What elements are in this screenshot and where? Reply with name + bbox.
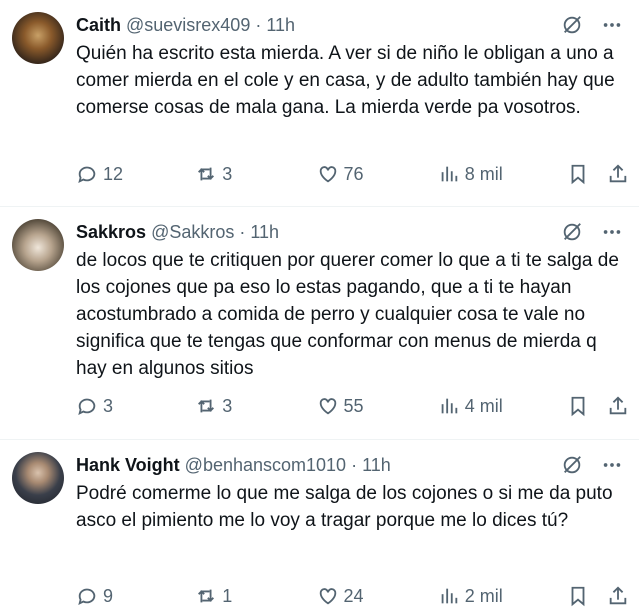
- tweet-actions: 12 3 76 8 mil: [76, 163, 629, 185]
- tweet-text: Podré comerme lo que me salga de los coj…: [76, 483, 613, 531]
- header-actions: [561, 14, 623, 36]
- avatar[interactable]: [12, 219, 64, 271]
- view-count: 4 mil: [464, 395, 503, 416]
- tweet-actions: 3 3 55 4 mil: [76, 395, 629, 417]
- share-icon: [609, 586, 627, 605]
- views-button[interactable]: 2 mil: [438, 585, 567, 607]
- separator-dot: ·: [351, 454, 358, 475]
- display-name[interactable]: Hank Voight: [76, 455, 180, 476]
- tweet-header: Sakkros @Sakkros · 11h: [76, 219, 623, 245]
- tweet[interactable]: Hank Voight @benhanscom1010 · 11h Podré …: [0, 440, 639, 615]
- reply-button[interactable]: 12: [76, 163, 195, 185]
- views-icon: [441, 588, 458, 604]
- heart-icon: [319, 398, 336, 415]
- more-icon[interactable]: [601, 454, 623, 476]
- user-handle[interactable]: @suevisrex409: [126, 15, 250, 36]
- grok-icon[interactable]: [561, 454, 583, 476]
- separator-dot: ·: [239, 221, 246, 242]
- grok-icon[interactable]: [561, 14, 583, 36]
- like-button[interactable]: 76: [317, 163, 438, 185]
- repost-count: 3: [222, 163, 233, 184]
- user-handle[interactable]: @Sakkros: [151, 222, 234, 243]
- like-count: 24: [343, 585, 364, 606]
- share-icon: [609, 164, 627, 183]
- separator-dot: ·: [255, 14, 262, 35]
- repost-icon: [198, 399, 215, 413]
- bookmark-button[interactable]: [567, 395, 589, 417]
- replies-feed: Caith @suevisrex409 · 11h Quién ha escri…: [0, 0, 639, 615]
- reply-icon: [78, 166, 96, 184]
- header-actions: [561, 221, 623, 243]
- repost-icon: [198, 589, 215, 603]
- share-button[interactable]: [607, 585, 629, 607]
- avatar[interactable]: [12, 452, 64, 504]
- more-icon[interactable]: [601, 221, 623, 243]
- timestamp[interactable]: 11h: [250, 222, 279, 243]
- repost-button[interactable]: 3: [195, 395, 316, 417]
- avatar[interactable]: [12, 12, 64, 64]
- header-actions: [561, 454, 623, 476]
- more-icon[interactable]: [601, 14, 623, 36]
- tweet[interactable]: Caith @suevisrex409 · 11h Quién ha escri…: [0, 0, 639, 207]
- share-button[interactable]: [607, 395, 629, 417]
- tweet-text: de locos que te critiquen por querer com…: [76, 250, 619, 379]
- repost-button[interactable]: 1: [195, 585, 316, 607]
- heart-icon: [319, 588, 336, 605]
- reply-button[interactable]: 3: [76, 395, 195, 417]
- heart-icon: [319, 166, 336, 183]
- bookmark-button[interactable]: [567, 585, 589, 607]
- reply-icon: [78, 588, 96, 606]
- views-button[interactable]: 4 mil: [438, 395, 567, 417]
- like-button[interactable]: 24: [317, 585, 438, 607]
- bookmark-icon: [571, 586, 585, 607]
- timestamp[interactable]: 11h: [362, 455, 391, 476]
- bookmark-icon: [571, 164, 585, 185]
- reply-count: 9: [103, 585, 114, 606]
- repost-button[interactable]: 3: [195, 163, 316, 185]
- tweet-header: Caith @suevisrex409 · 11h: [76, 12, 623, 38]
- user-handle[interactable]: @benhanscom1010: [185, 455, 346, 476]
- share-icon: [609, 396, 627, 415]
- views-icon: [441, 398, 458, 414]
- grok-icon[interactable]: [561, 221, 583, 243]
- like-count: 76: [343, 163, 364, 184]
- reply-count: 12: [103, 163, 124, 184]
- bookmark-icon: [571, 396, 585, 417]
- tweet[interactable]: Sakkros @Sakkros · 11h de locos que te c…: [0, 207, 639, 440]
- display-name[interactable]: Sakkros: [76, 222, 146, 243]
- view-count: 2 mil: [464, 585, 503, 606]
- display-name[interactable]: Caith: [76, 15, 121, 36]
- reply-button[interactable]: 9: [76, 585, 195, 607]
- timestamp[interactable]: 11h: [266, 15, 295, 36]
- tweet-text: Quién ha escrito esta mierda. A ver si d…: [76, 43, 615, 118]
- tweet-actions: 9 1 24 2 mil: [76, 585, 629, 607]
- repost-count: 3: [222, 395, 233, 416]
- views-icon: [441, 166, 458, 182]
- tweet-header: Hank Voight @benhanscom1010 · 11h: [76, 452, 623, 478]
- views-button[interactable]: 8 mil: [438, 163, 567, 185]
- reply-icon: [78, 398, 96, 416]
- bookmark-button[interactable]: [567, 163, 589, 185]
- reply-count: 3: [103, 395, 114, 416]
- view-count: 8 mil: [464, 163, 503, 184]
- repost-count: 1: [222, 585, 233, 606]
- like-count: 55: [343, 395, 364, 416]
- like-button[interactable]: 55: [317, 395, 438, 417]
- share-button[interactable]: [607, 163, 629, 185]
- repost-icon: [198, 167, 215, 181]
